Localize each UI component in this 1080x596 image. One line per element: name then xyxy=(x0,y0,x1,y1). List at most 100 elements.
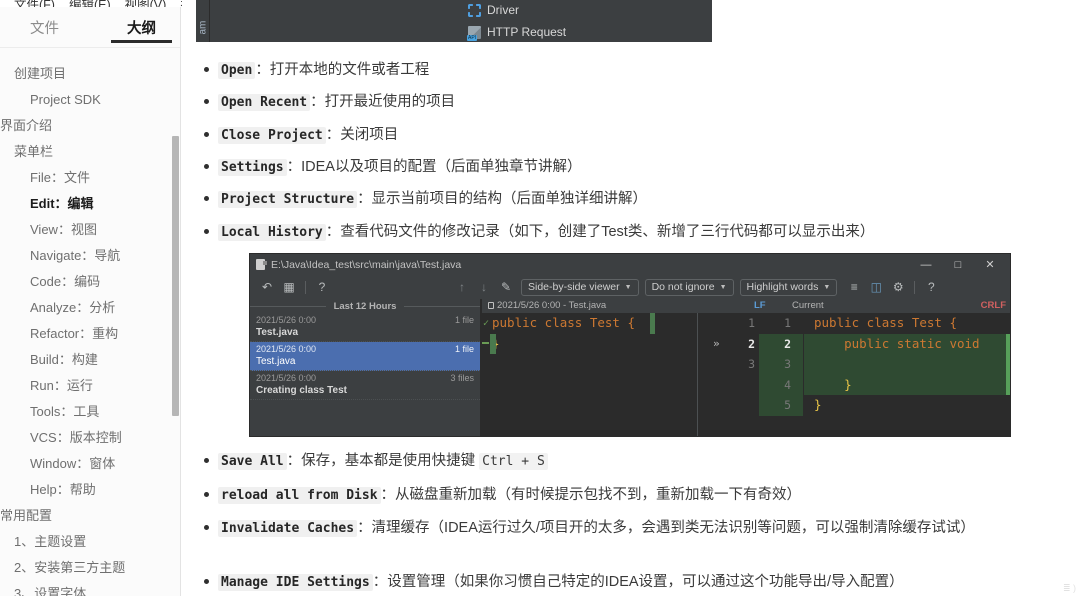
java-file-icon xyxy=(256,259,267,270)
ignore-mode-dropdown[interactable]: Do not ignore ▼ xyxy=(644,278,734,296)
help-icon[interactable]: ? xyxy=(311,276,333,298)
history-date: 2021/5/26 0:00 xyxy=(256,344,317,354)
sidebar-tabs: 文件 大纲 xyxy=(0,7,180,48)
http-request-icon xyxy=(467,25,481,41)
outline-item-14[interactable]: VCS：版本控制 xyxy=(0,424,180,450)
viewer-mode-dropdown[interactable]: Side-by-side viewer ▼ xyxy=(521,278,639,296)
diff-right-pane[interactable]: public class Test { public static void }… xyxy=(804,313,1010,436)
bullet-text: ：从磁盘重新加载（有时候提示包找不到，重新加载一下有奇效） xyxy=(380,487,802,503)
bullet-code-label: Close Project xyxy=(218,127,326,144)
sidebar-scrollbar[interactable] xyxy=(172,136,179,416)
line-ending-lf-label: LF xyxy=(754,300,766,311)
ide-top-strip: am Driver HTTP Request xyxy=(196,0,712,42)
tab-outline[interactable]: 大纲 xyxy=(111,7,172,48)
outline-item-9[interactable]: Analyze：分析 xyxy=(0,294,180,320)
window-buttons: — □ ✕ xyxy=(910,254,1006,275)
revert-icon[interactable]: ↶ xyxy=(256,276,278,298)
old-line-number: 1 xyxy=(748,316,755,330)
outline-item-11[interactable]: Build：构建 xyxy=(0,346,180,372)
old-line-number: 3 xyxy=(748,357,755,371)
document-content: Open ：打开本地的文件或者工程 Open Recent ：打开最近使用的项目 Clo… xyxy=(182,0,1080,596)
outline-item-13[interactable]: Tools：工具 xyxy=(0,398,180,424)
completion-item-driver[interactable]: Driver xyxy=(468,3,519,17)
diff-gutter-line: 11 xyxy=(699,313,803,334)
bullet-text: ：IDEA以及项目的配置（后面单独章节讲解） xyxy=(286,159,582,175)
new-line-number: 2 xyxy=(784,336,791,351)
completion-item-label: HTTP Request xyxy=(487,25,567,39)
bullet-text: ：打开本地的文件或者工程 xyxy=(255,62,430,78)
history-date: 2021/5/26 0:00 xyxy=(256,315,317,325)
arrow-down-icon[interactable]: ↓ xyxy=(473,276,495,298)
help-icon[interactable]: ? xyxy=(920,276,942,298)
diff-change-marker xyxy=(1006,374,1010,395)
outline-item-1[interactable]: Project SDK xyxy=(0,86,180,112)
maximize-button[interactable]: □ xyxy=(942,254,974,275)
outline-item-4[interactable]: File：文件 xyxy=(0,164,180,190)
history-label: Test.java xyxy=(256,356,296,367)
annotate-icon[interactable]: ▦ xyxy=(278,276,300,298)
outline-item-7[interactable]: Navigate：导航 xyxy=(0,242,180,268)
bullet-code-label: reload all from Disk xyxy=(218,487,381,504)
local-history-row[interactable]: 2021/5/26 0:00 1 file Test.java xyxy=(250,313,480,342)
columns-icon[interactable]: ◫ xyxy=(865,276,887,298)
outline-item-5[interactable]: Edit：编辑 xyxy=(0,190,180,216)
bullet-item-4: Project Structure ：显示当前项目的结构（后面单独详细讲解） xyxy=(182,188,1052,211)
outline-item-6[interactable]: View：视图 xyxy=(0,216,180,242)
outline-item-10[interactable]: Refactor：重构 xyxy=(0,320,180,346)
outline-item-0[interactable]: 创建项目 xyxy=(0,60,180,86)
bullet-item-2: Invalidate Caches ：清理缓存（IDEA运行过久/项目开的太多，会… xyxy=(182,517,1052,540)
diff-header: 2021/5/26 0:00 - Test.java LF Current CR… xyxy=(482,299,1010,313)
sidebar: 文件 大纲 创建项目 Project SDK 界面介绍 菜单栏 File：文件 Edit：… xyxy=(0,7,181,596)
bullet-text: ：查看代码文件的修改记录（如下，创建了Test类、新增了三行代码都可以显示出来） xyxy=(325,224,875,240)
history-label: Creating class Test xyxy=(256,385,347,396)
chevron-down-icon: ▼ xyxy=(823,283,831,291)
bullet-shortcut-label: Ctrl + S xyxy=(479,453,548,470)
history-file-count: 3 files xyxy=(450,373,474,383)
bullet-item-0: Save All ：保存，基本都是使用快捷键 Ctrl + S xyxy=(182,450,1052,473)
outline-item-15[interactable]: Window：窗体 xyxy=(0,450,180,476)
completion-item-http-request[interactable]: HTTP Request xyxy=(467,25,567,41)
bullet-item-2: Close Project ：关闭项目 xyxy=(182,124,1052,147)
edit-pencil-icon[interactable]: ✎ xyxy=(495,276,517,298)
close-button[interactable]: ✕ xyxy=(974,254,1006,275)
history-file-count: 1 file xyxy=(454,344,474,354)
outline-item-16[interactable]: Help：帮助 xyxy=(0,476,180,502)
bullet-item-1: Open Recent ：打开最近使用的项目 xyxy=(182,91,1052,114)
new-line-number: 5 xyxy=(784,398,791,412)
diff-right-line xyxy=(804,354,1010,375)
highlight-mode-dropdown[interactable]: Highlight words ▼ xyxy=(739,278,838,296)
diff-right-line: } xyxy=(814,397,822,412)
ignore-mode-label: Do not ignore xyxy=(651,281,715,293)
outline-item-2[interactable]: 界面介绍 xyxy=(0,112,180,138)
local-history-row[interactable]: 2021/5/26 0:00 3 files Creating class Test xyxy=(250,371,480,400)
arrow-up-icon[interactable]: ↑ xyxy=(451,276,473,298)
local-history-header: Last 12 Hours xyxy=(250,299,481,313)
collapse-icon[interactable]: ≡ xyxy=(843,276,865,298)
outline-item-12[interactable]: Run：运行 xyxy=(0,372,180,398)
menu-item-2[interactable]: 视图(V) xyxy=(125,0,167,7)
outline-item-8[interactable]: Code：编码 xyxy=(0,268,180,294)
outline-item-3[interactable]: 菜单栏 xyxy=(0,138,180,164)
outline-item-17[interactable]: 常用配置 xyxy=(0,502,180,528)
local-history-row[interactable]: 2021/5/26 0:00 1 file Test.java xyxy=(250,342,480,371)
tab-files[interactable]: 文件 xyxy=(24,7,65,48)
menu-item-1[interactable]: 编辑(E) xyxy=(69,0,111,7)
outline-item-20[interactable]: 3、设置字体 xyxy=(0,580,180,596)
tool-rail-label: am xyxy=(197,20,209,35)
diff-left-pane[interactable]: public class Test {✓} xyxy=(482,313,698,436)
menu-item-0[interactable]: 文件(F) xyxy=(14,0,55,7)
bullet-code-label: Save All xyxy=(218,453,287,470)
outline-tree: 创建项目 Project SDK 界面介绍 菜单栏 File：文件 Edit：编辑 View… xyxy=(0,48,180,596)
viewer-mode-label: Side-by-side viewer xyxy=(528,281,620,293)
outline-item-19[interactable]: 2、安装第三方主题 xyxy=(0,554,180,580)
settings-gear-icon[interactable]: ⚙ xyxy=(887,276,909,298)
outline-item-18[interactable]: 1、主题设置 xyxy=(0,528,180,554)
diff-gutter-line: 33 xyxy=(699,354,803,375)
lock-icon xyxy=(488,302,494,309)
line-ending-crlf-label: CRLF xyxy=(980,300,1006,311)
diff-right-line: public class Test { xyxy=(814,315,957,330)
bullet-text: ：清理缓存（IDEA运行过久/项目开的太多，会遇到类无法识别等问题，可以强制清除… xyxy=(357,520,975,536)
bullet-item-0: Open ：打开本地的文件或者工程 xyxy=(182,59,1052,82)
bullet-text: ：打开最近使用的项目 xyxy=(310,94,456,110)
minimize-button[interactable]: — xyxy=(910,254,942,275)
